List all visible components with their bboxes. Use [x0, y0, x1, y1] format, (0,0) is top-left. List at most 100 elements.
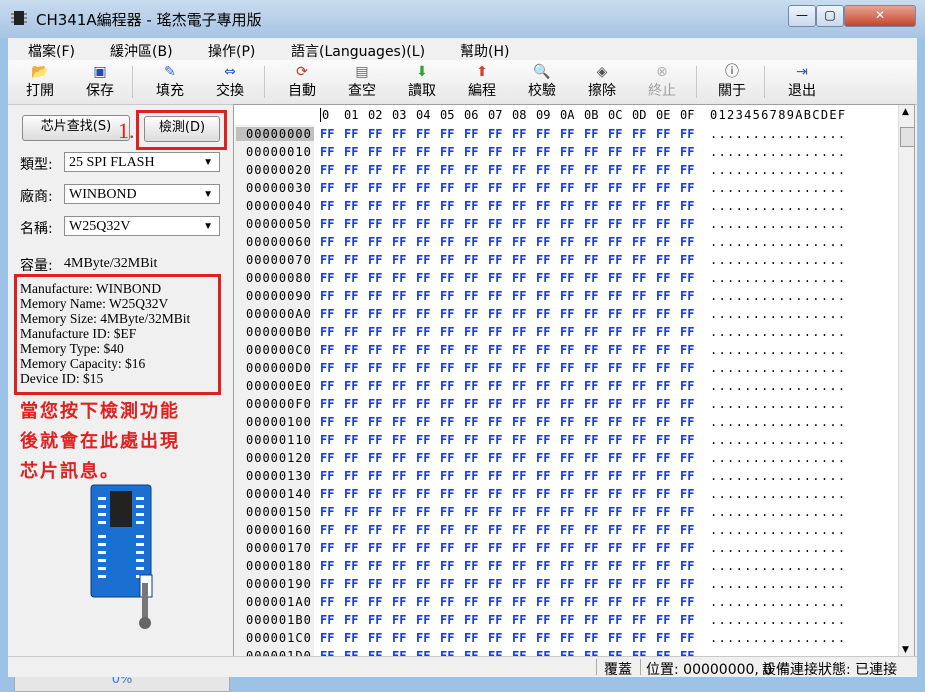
hex-byte[interactable]: FF: [560, 631, 574, 645]
hex-byte[interactable]: FF: [608, 271, 622, 285]
hex-byte[interactable]: FF: [512, 199, 526, 213]
hex-byte[interactable]: FF: [344, 415, 358, 429]
scroll-down-icon[interactable]: ▼: [902, 645, 909, 655]
hex-byte[interactable]: FF: [680, 343, 694, 357]
hex-byte[interactable]: FF: [584, 343, 598, 357]
hex-byte[interactable]: FF: [344, 379, 358, 393]
menu-file[interactable]: 檔案(F): [28, 41, 75, 61]
hex-byte[interactable]: FF: [680, 451, 694, 465]
hex-byte[interactable]: FF: [488, 145, 502, 159]
hex-byte[interactable]: FF: [440, 343, 454, 357]
hex-byte[interactable]: FF: [512, 469, 526, 483]
hex-byte[interactable]: FF: [680, 631, 694, 645]
hex-byte[interactable]: FF: [656, 127, 670, 141]
hex-byte[interactable]: FF: [344, 631, 358, 645]
hex-byte[interactable]: FF: [632, 217, 646, 231]
hex-byte[interactable]: FF: [680, 469, 694, 483]
hex-byte[interactable]: FF: [416, 523, 430, 537]
hex-byte[interactable]: FF: [536, 487, 550, 501]
hex-byte[interactable]: FF: [392, 631, 406, 645]
hex-byte[interactable]: FF: [488, 253, 502, 267]
hex-byte[interactable]: FF: [560, 271, 574, 285]
hex-byte[interactable]: FF: [488, 415, 502, 429]
hex-byte[interactable]: FF: [320, 577, 334, 591]
hex-byte[interactable]: FF: [680, 361, 694, 375]
hex-byte[interactable]: FF: [392, 343, 406, 357]
hex-byte[interactable]: FF: [320, 541, 334, 555]
hex-byte[interactable]: FF: [416, 559, 430, 573]
ascii-text[interactable]: ................: [710, 451, 846, 465]
ascii-text[interactable]: ................: [710, 235, 846, 249]
ascii-text[interactable]: ................: [710, 343, 846, 357]
hex-byte[interactable]: FF: [488, 433, 502, 447]
hex-byte[interactable]: FF: [536, 451, 550, 465]
hex-byte[interactable]: FF: [440, 271, 454, 285]
hex-byte[interactable]: FF: [560, 541, 574, 555]
hex-byte[interactable]: FF: [344, 541, 358, 555]
hex-byte[interactable]: FF: [560, 217, 574, 231]
hex-byte[interactable]: FF: [320, 487, 334, 501]
hex-byte[interactable]: FF: [608, 487, 622, 501]
hex-byte[interactable]: FF: [512, 271, 526, 285]
hex-byte[interactable]: FF: [656, 595, 670, 609]
hex-byte[interactable]: FF: [392, 577, 406, 591]
hex-byte[interactable]: FF: [608, 325, 622, 339]
hex-byte[interactable]: FF: [512, 559, 526, 573]
hex-byte[interactable]: FF: [680, 181, 694, 195]
hex-byte[interactable]: FF: [560, 469, 574, 483]
hex-byte[interactable]: FF: [512, 415, 526, 429]
hex-byte[interactable]: FF: [512, 487, 526, 501]
hex-byte[interactable]: FF: [464, 577, 478, 591]
hex-byte[interactable]: FF: [488, 595, 502, 609]
hex-byte[interactable]: FF: [584, 451, 598, 465]
hex-byte[interactable]: FF: [680, 577, 694, 591]
detect-button[interactable]: 檢測(D): [144, 116, 220, 142]
hex-byte[interactable]: FF: [536, 361, 550, 375]
hex-byte[interactable]: FF: [512, 217, 526, 231]
hex-byte[interactable]: FF: [536, 415, 550, 429]
ascii-text[interactable]: ................: [710, 613, 846, 627]
read-button[interactable]: ⬇ 讀取: [394, 62, 450, 102]
hex-byte[interactable]: FF: [632, 307, 646, 321]
hex-byte[interactable]: FF: [680, 595, 694, 609]
hex-byte[interactable]: FF: [584, 415, 598, 429]
hex-byte[interactable]: FF: [536, 613, 550, 627]
hex-byte[interactable]: FF: [584, 217, 598, 231]
hex-byte[interactable]: FF: [560, 577, 574, 591]
hex-byte[interactable]: FF: [584, 505, 598, 519]
hex-byte[interactable]: FF: [488, 199, 502, 213]
hex-byte[interactable]: FF: [440, 217, 454, 231]
hex-byte[interactable]: FF: [392, 127, 406, 141]
hex-byte[interactable]: FF: [368, 469, 382, 483]
hex-byte[interactable]: FF: [608, 613, 622, 627]
hex-byte[interactable]: FF: [488, 163, 502, 177]
hex-byte[interactable]: FF: [488, 127, 502, 141]
hex-byte[interactable]: FF: [584, 307, 598, 321]
hex-byte[interactable]: FF: [512, 361, 526, 375]
hex-byte[interactable]: FF: [320, 505, 334, 519]
minimize-button[interactable]: —: [788, 5, 816, 27]
ascii-text[interactable]: ................: [710, 559, 846, 573]
name-select[interactable]: W25Q32V ▼: [64, 216, 220, 236]
hex-byte[interactable]: FF: [656, 559, 670, 573]
hex-byte[interactable]: FF: [392, 397, 406, 411]
hex-byte[interactable]: FF: [488, 523, 502, 537]
hex-byte[interactable]: FF: [656, 505, 670, 519]
hex-byte[interactable]: FF: [464, 145, 478, 159]
hex-byte[interactable]: FF: [440, 595, 454, 609]
hex-byte[interactable]: FF: [440, 577, 454, 591]
ascii-text[interactable]: ................: [710, 541, 846, 555]
hex-byte[interactable]: FF: [488, 217, 502, 231]
hex-byte[interactable]: FF: [440, 397, 454, 411]
hex-byte[interactable]: FF: [680, 487, 694, 501]
hex-byte[interactable]: FF: [656, 181, 670, 195]
hex-byte[interactable]: FF: [464, 271, 478, 285]
hex-byte[interactable]: FF: [368, 505, 382, 519]
hex-byte[interactable]: FF: [464, 505, 478, 519]
menu-help[interactable]: 幫助(H): [460, 41, 509, 61]
hex-byte[interactable]: FF: [608, 163, 622, 177]
ascii-text[interactable]: ................: [710, 163, 846, 177]
hex-byte[interactable]: FF: [488, 505, 502, 519]
hex-byte[interactable]: FF: [416, 217, 430, 231]
hex-byte[interactable]: FF: [464, 163, 478, 177]
